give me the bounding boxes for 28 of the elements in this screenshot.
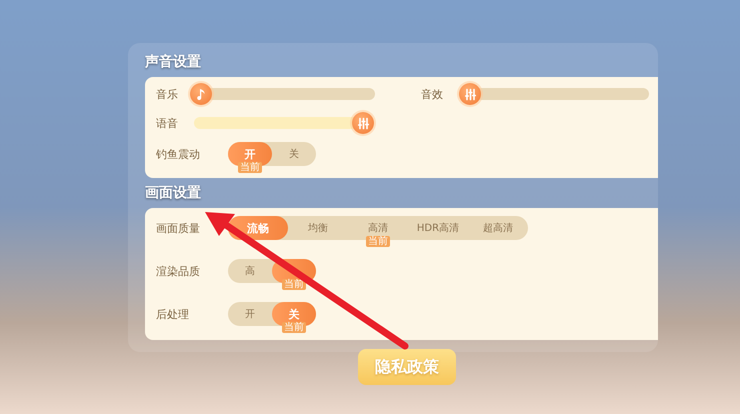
sliders-icon bbox=[464, 88, 476, 100]
option-tab[interactable]: 开 bbox=[228, 302, 272, 326]
current-badge: 当前 bbox=[282, 279, 306, 290]
section-title: 声音设置 bbox=[145, 53, 202, 71]
current-badge: 当前 bbox=[366, 236, 390, 247]
option-tab[interactable]: HDR高清 bbox=[408, 216, 468, 240]
slider-track[interactable] bbox=[190, 83, 375, 105]
setting-label: 渲染品质 bbox=[156, 264, 201, 278]
slider-thumb[interactable] bbox=[190, 83, 212, 105]
current-badge: 当前 bbox=[282, 322, 306, 333]
sliders-icon bbox=[356, 116, 370, 130]
option-tab[interactable]: 均衡 bbox=[288, 216, 348, 240]
current-badge: 当前 bbox=[238, 162, 262, 173]
setting-label: 画面质量 bbox=[156, 220, 201, 236]
slider-thumb[interactable] bbox=[352, 112, 374, 134]
section-title: 画面设置 bbox=[145, 184, 202, 202]
option-tab[interactable]: 关 bbox=[272, 142, 316, 166]
option-tab[interactable]: 超高清 bbox=[468, 216, 528, 240]
slider-label: 音乐 bbox=[156, 86, 179, 102]
option-tab[interactable]: 高 bbox=[228, 259, 272, 283]
slider-track[interactable] bbox=[194, 112, 374, 134]
slider-thumb[interactable] bbox=[459, 83, 481, 105]
setting-label: 后处理 bbox=[156, 306, 190, 322]
slider-track[interactable] bbox=[459, 83, 649, 105]
music-note-icon bbox=[195, 88, 207, 100]
slider-label: 语音 bbox=[156, 116, 179, 130]
toggle-label: 钓鱼震动 bbox=[156, 146, 201, 162]
slider-label: 音效 bbox=[421, 86, 444, 102]
